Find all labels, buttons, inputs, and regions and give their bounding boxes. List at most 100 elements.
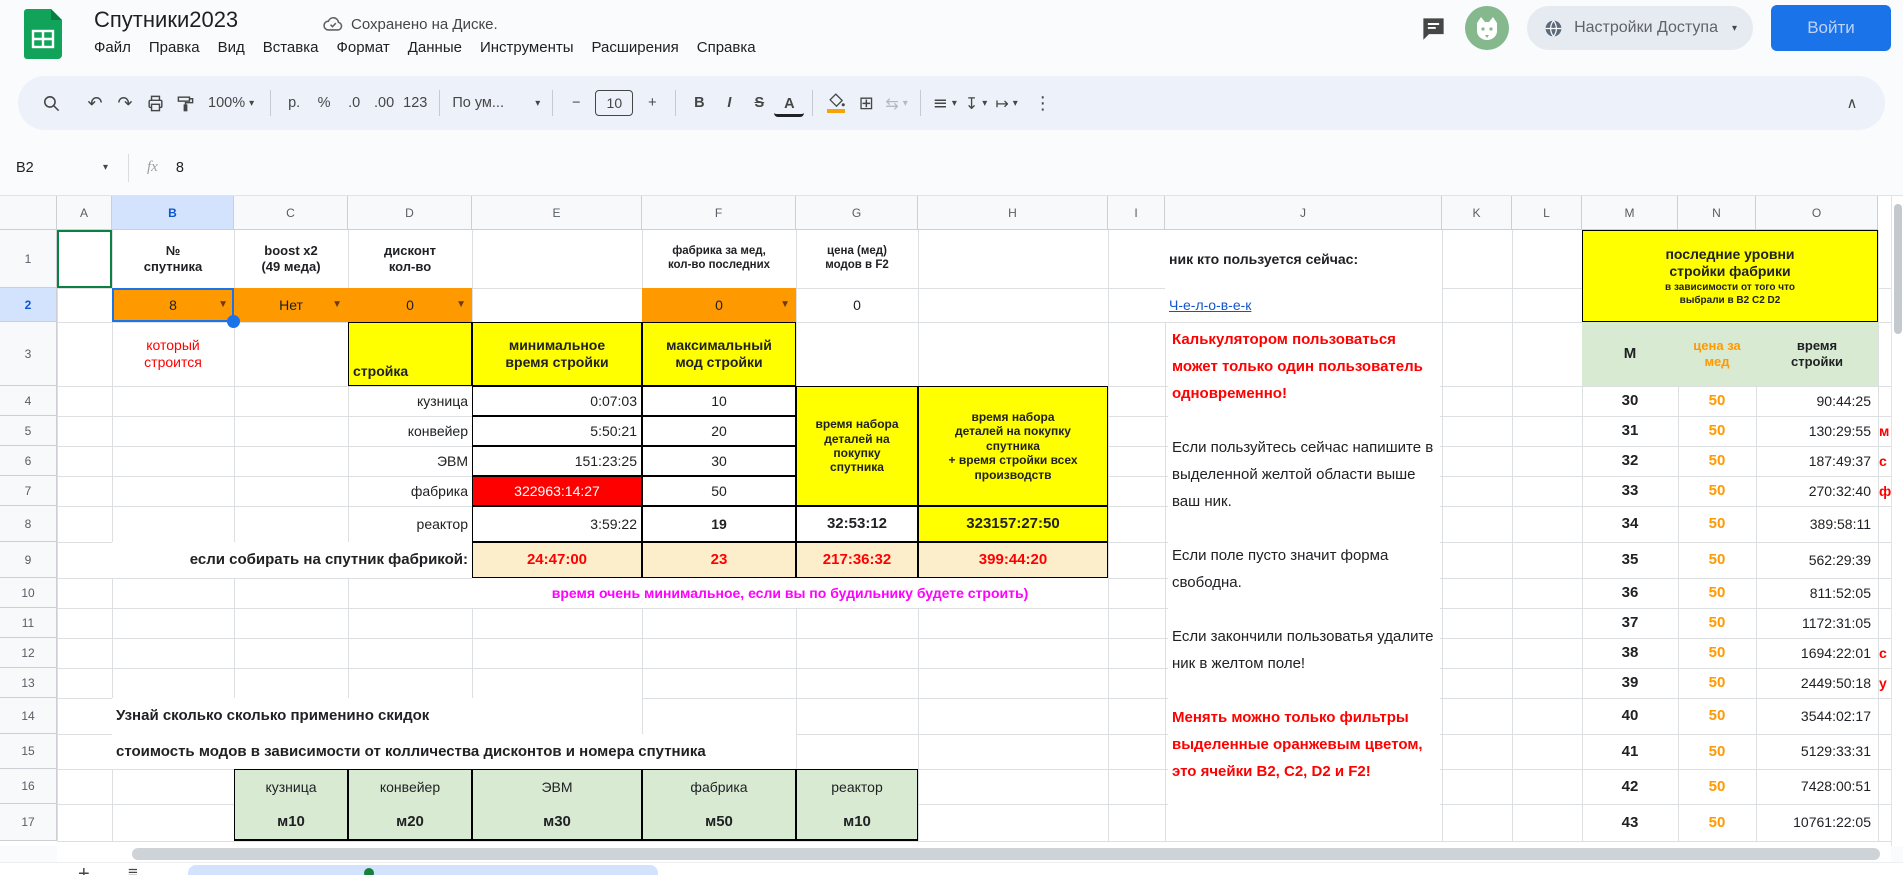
cell-d3[interactable]: стройка bbox=[348, 322, 472, 386]
level-time[interactable]: 187:49:37 bbox=[1756, 446, 1878, 476]
row-header-4[interactable]: 4 bbox=[0, 386, 57, 416]
level-m-37[interactable]: 37 bbox=[1582, 608, 1678, 638]
row-header-8[interactable]: 8 bbox=[0, 506, 57, 542]
merge-cells-button[interactable]: ⇆ ▾ bbox=[881, 86, 911, 120]
text-wrap-button[interactable]: ↦ ▾ bbox=[991, 86, 1021, 120]
level-price[interactable]: 50 bbox=[1678, 769, 1756, 804]
row14-note[interactable]: Узнай сколько сколько применино скидок bbox=[112, 698, 642, 734]
discount-count-dropdown[interactable]: 0 ▼ bbox=[348, 288, 472, 322]
level-m-31[interactable]: 31 bbox=[1582, 416, 1678, 446]
cell-b3[interactable]: который строится bbox=[112, 322, 234, 386]
cell-g8[interactable]: 32:53:12 bbox=[796, 506, 918, 542]
cell-f3[interactable]: максимальный мод стройки bbox=[642, 322, 796, 386]
build-name-реактор[interactable]: реактор bbox=[348, 506, 472, 542]
cell-j1-nick-label[interactable]: ник кто пользуется сейчас: bbox=[1165, 230, 1442, 288]
column-header-N[interactable]: N bbox=[1678, 196, 1756, 230]
level-m-38[interactable]: 38 bbox=[1582, 638, 1678, 668]
level-time[interactable]: 5129:33:31 bbox=[1756, 734, 1878, 769]
build-mod[interactable]: 50 bbox=[642, 476, 796, 506]
vertical-align-button[interactable]: ↧ ▾ bbox=[961, 86, 991, 120]
row-header-5[interactable]: 5 bbox=[0, 416, 57, 446]
row-header-12[interactable]: 12 bbox=[0, 638, 57, 668]
font-select[interactable]: По ум... ▾ bbox=[448, 86, 544, 120]
vertical-scrollbar-thumb[interactable] bbox=[1893, 204, 1902, 334]
level-price[interactable]: 50 bbox=[1678, 506, 1756, 542]
horizontal-scrollbar-thumb[interactable] bbox=[132, 848, 1880, 860]
cell-e3[interactable]: минимальное время стройки bbox=[472, 322, 642, 386]
cell-g9[interactable]: 217:36:32 bbox=[796, 542, 918, 578]
menu-данные[interactable]: Данные bbox=[399, 36, 471, 59]
row-header-11[interactable]: 11 bbox=[0, 608, 57, 638]
mods-value-2[interactable]: м30 bbox=[472, 804, 642, 841]
build-mod[interactable]: 20 bbox=[642, 416, 796, 446]
row-header-13[interactable]: 13 bbox=[0, 668, 57, 698]
level-time[interactable]: 389:58:11 bbox=[1756, 506, 1878, 542]
row9-label[interactable]: если собирать на спутник фабрикой: bbox=[112, 542, 472, 578]
cell-g2[interactable]: 0 bbox=[796, 288, 918, 322]
font-size-decrease-button[interactable]: − bbox=[561, 86, 591, 120]
percent-format-button[interactable]: % bbox=[309, 86, 339, 120]
level-price[interactable]: 50 bbox=[1678, 446, 1756, 476]
menu-справка[interactable]: Справка bbox=[688, 36, 765, 59]
share-button[interactable]: Настройки Доступа ▾ bbox=[1527, 6, 1753, 50]
menu-расширения[interactable]: Расширения bbox=[583, 36, 688, 59]
menu-формат[interactable]: Формат bbox=[327, 36, 398, 59]
strikethrough-button[interactable]: S bbox=[744, 86, 774, 120]
boost-dropdown[interactable]: Нет ▼ bbox=[234, 288, 348, 322]
cell-b1[interactable]: № спутника bbox=[112, 230, 234, 288]
horizontal-align-button[interactable]: ≡ ▾ bbox=[929, 86, 961, 120]
increase-decimal-button[interactable]: .00 bbox=[369, 86, 399, 120]
level-m-35[interactable]: 35 bbox=[1582, 542, 1678, 578]
anonymous-avatar[interactable] bbox=[1465, 6, 1510, 50]
levels-col-n[interactable]: цена за мед bbox=[1678, 322, 1756, 386]
column-header-D[interactable]: D bbox=[348, 196, 472, 230]
level-price[interactable]: 50 bbox=[1678, 542, 1756, 578]
build-name-кузница[interactable]: кузница bbox=[348, 386, 472, 416]
level-m-43[interactable]: 43 bbox=[1582, 804, 1678, 841]
selection-fill-handle[interactable] bbox=[227, 315, 240, 328]
column-header-H[interactable]: H bbox=[918, 196, 1108, 230]
fill-color-button[interactable] bbox=[821, 86, 851, 120]
level-m-42[interactable]: 42 bbox=[1582, 769, 1678, 804]
cell-f1[interactable]: фабрика за мед, кол-во последних bbox=[642, 230, 796, 288]
row-header-7[interactable]: 7 bbox=[0, 476, 57, 506]
level-time[interactable]: 1694:22:01 bbox=[1756, 638, 1878, 668]
row-header-17[interactable]: 17 bbox=[0, 804, 57, 841]
add-sheet-icon[interactable]: + bbox=[78, 863, 90, 875]
cell-g4-g7[interactable]: время набора деталей на покупку спутника bbox=[796, 386, 918, 506]
paint-format-icon[interactable] bbox=[170, 86, 200, 120]
vertical-scrollbar[interactable] bbox=[1891, 196, 1903, 846]
build-mod[interactable]: 30 bbox=[642, 446, 796, 476]
redo-icon[interactable]: ↷ bbox=[110, 86, 140, 120]
document-title[interactable]: Спутники2023 bbox=[94, 7, 238, 33]
build-time-alert[interactable]: 322963:14:27 bbox=[472, 476, 642, 506]
build-name-ЭВМ[interactable]: ЭВМ bbox=[348, 446, 472, 476]
zoom-select[interactable]: 100% ▾ bbox=[204, 86, 258, 120]
level-time[interactable]: 811:52:05 bbox=[1756, 578, 1878, 608]
menu-вид[interactable]: Вид bbox=[209, 36, 254, 59]
levels-table-title[interactable]: последние уровни стройки фабрики в зависи… bbox=[1582, 230, 1878, 322]
menu-инструменты[interactable]: Инструменты bbox=[471, 36, 583, 59]
font-size-increase-button[interactable]: + bbox=[637, 86, 667, 120]
level-price[interactable]: 50 bbox=[1678, 698, 1756, 734]
build-time[interactable]: 3:59:22 bbox=[472, 506, 642, 542]
mods-value-1[interactable]: м20 bbox=[348, 804, 472, 841]
mods-value-4[interactable]: м10 bbox=[796, 804, 918, 841]
cell-h8[interactable]: 323157:27:50 bbox=[918, 506, 1108, 542]
column-header-C[interactable]: C bbox=[234, 196, 348, 230]
level-price[interactable]: 50 bbox=[1678, 608, 1756, 638]
level-price[interactable]: 50 bbox=[1678, 734, 1756, 769]
row-header-1[interactable]: 1 bbox=[0, 230, 57, 288]
level-time[interactable]: 2449:50:18 bbox=[1756, 668, 1878, 698]
bold-button[interactable]: B bbox=[684, 86, 714, 120]
sheets-logo-icon[interactable] bbox=[24, 9, 62, 59]
name-box[interactable]: B2 ▾ bbox=[0, 160, 118, 176]
column-header-O[interactable]: O bbox=[1756, 196, 1878, 230]
cell-g1[interactable]: цена (мед) модов в F2 bbox=[796, 230, 918, 288]
comment-icon[interactable] bbox=[1420, 15, 1447, 42]
cell-h4-h7[interactable]: время набора деталей на покупку спутника… bbox=[918, 386, 1108, 506]
current-user-link[interactable]: Ч-е-л-о-в-е-к bbox=[1165, 288, 1442, 322]
level-time[interactable]: 3544:02:17 bbox=[1756, 698, 1878, 734]
level-m-33[interactable]: 33 bbox=[1582, 476, 1678, 506]
decrease-decimal-button[interactable]: .0 bbox=[339, 86, 369, 120]
